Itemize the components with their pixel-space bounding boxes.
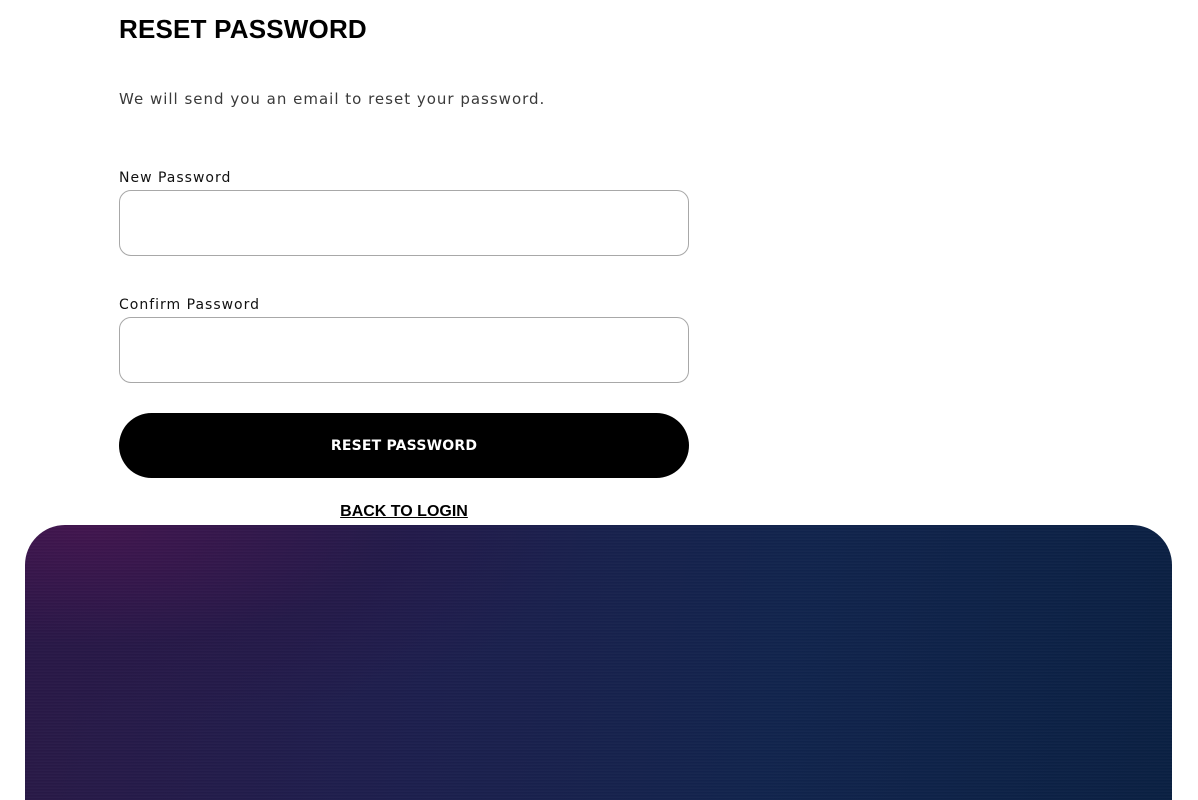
footer-banner-image — [25, 525, 1172, 800]
back-to-login-link[interactable]: BACK TO LOGIN — [119, 503, 689, 521]
reset-password-page: RESET PASSWORD We will send you an email… — [0, 0, 1198, 800]
page-subtitle: We will send you an email to reset your … — [119, 90, 546, 108]
confirm-password-field[interactable] — [119, 317, 689, 383]
new-password-label: New Password — [119, 170, 232, 186]
reset-password-button[interactable]: RESET PASSWORD — [119, 413, 689, 478]
page-title: RESET PASSWORD — [119, 14, 367, 44]
new-password-field[interactable] — [119, 190, 689, 256]
confirm-password-label: Confirm Password — [119, 297, 261, 313]
